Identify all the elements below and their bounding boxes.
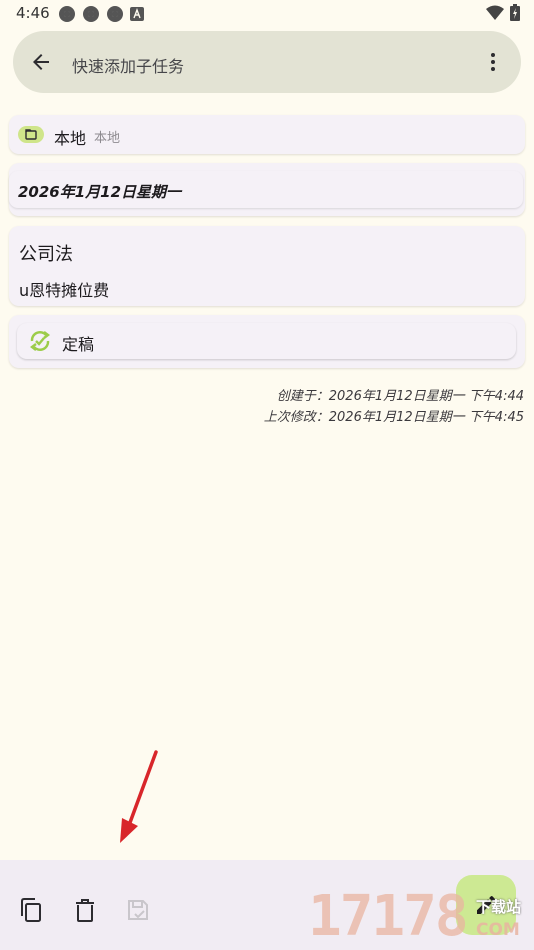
due-date: 2026年1月12日星期一: [18, 183, 182, 201]
created-timestamp: 创建于：2026年1月12日星期一 下午4:44: [276, 389, 524, 404]
delete-icon: [76, 899, 94, 922]
date-card[interactable]: 2026年1月12日星期一: [9, 163, 525, 216]
annotation-arrow: [120, 750, 158, 843]
save-icon: [128, 900, 148, 920]
notification-icons: [58, 5, 144, 23]
notification-app-icon: [83, 6, 99, 22]
wifi-icon: [486, 5, 504, 20]
status-card: 定稿: [9, 315, 525, 368]
sync-check-icon: [30, 331, 50, 351]
back-arrow-icon[interactable]: [29, 50, 53, 74]
status-chip-label: 定稿: [62, 335, 95, 354]
storage-subtitle: 本地: [94, 131, 121, 146]
watermark-suffix: COM: [476, 920, 520, 940]
delete-button[interactable]: [70, 895, 100, 925]
watermark-label: 下载站: [476, 898, 522, 916]
copy-button[interactable]: [16, 895, 46, 925]
quick-add-subtask-bar[interactable]: 快速添加子任务: [13, 31, 521, 93]
modified-timestamp: 上次修改：2026年1月12日星期一 下午4:45: [263, 410, 524, 425]
folder-chip: [18, 126, 44, 143]
folder-icon: [25, 129, 37, 140]
status-time: 4:46: [16, 4, 50, 22]
copy-icon: [21, 898, 41, 922]
save-button[interactable]: [123, 895, 153, 925]
storage-name: 本地: [54, 129, 87, 148]
more-options-icon[interactable]: [481, 50, 505, 74]
notification-app-icon: [59, 6, 75, 22]
quick-add-subtask-input[interactable]: 快速添加子任务: [72, 53, 184, 77]
system-icons: [486, 4, 520, 21]
date-field[interactable]: 2026年1月12日星期一: [9, 171, 523, 208]
storage-card[interactable]: 本地 本地: [9, 115, 525, 154]
task-title[interactable]: 公司法: [19, 240, 73, 266]
task-description[interactable]: u恩特摊位费: [19, 277, 109, 301]
keyboard-notification-icon: [130, 7, 144, 21]
watermark: 17178 下载站 COM: [308, 884, 534, 950]
status-chip-finalized[interactable]: 定稿: [17, 323, 516, 359]
task-content-card[interactable]: 公司法 u恩特摊位费: [9, 226, 525, 306]
battery-icon: [510, 4, 520, 21]
notification-app-icon: [107, 6, 123, 22]
status-bar: 4:46: [0, 0, 534, 28]
watermark-digits: 17178: [308, 884, 469, 949]
task-meta: 创建于：2026年1月12日星期一 下午4:44 上次修改：2026年1月12日…: [264, 386, 524, 428]
